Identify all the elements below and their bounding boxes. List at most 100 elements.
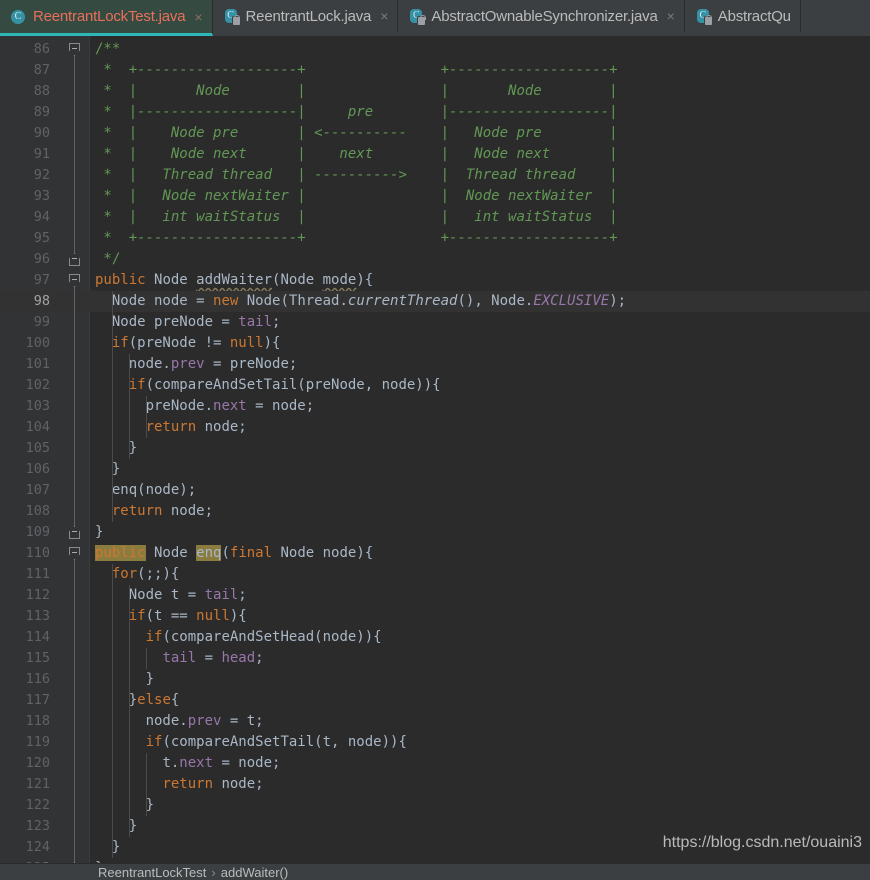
code-line-text[interactable]: } <box>95 522 103 543</box>
close-icon[interactable]: × <box>667 9 675 23</box>
code-line[interactable]: 122 } <box>0 795 870 816</box>
code-line[interactable]: 116 } <box>0 669 870 690</box>
code-line-text[interactable]: if(compareAndSetTail(t, node)){ <box>95 732 407 753</box>
code-line-text[interactable]: * | Node nextWaiter | | Node nextWaiter … <box>95 186 617 207</box>
code-line[interactable]: 121 return node; <box>0 774 870 795</box>
code-line[interactable]: 119 if(compareAndSetTail(t, node)){ <box>0 732 870 753</box>
editor-tab-1[interactable]: C ReentrantLock.java × <box>213 0 399 32</box>
code-line-text[interactable]: preNode.next = node; <box>95 396 315 417</box>
code-line-text[interactable]: if(preNode != null){ <box>95 333 281 354</box>
code-line-text[interactable]: public Node addWaiter(Node mode){ <box>95 270 373 291</box>
line-number: 89 <box>33 104 50 120</box>
code-line-text[interactable]: * | Node pre | <---------- | Node pre | <box>95 123 617 144</box>
code-line-text[interactable]: if(compareAndSetHead(node)){ <box>95 627 382 648</box>
line-number: 111 <box>25 566 50 582</box>
code-line[interactable]: 105 } <box>0 438 870 459</box>
code-line-text[interactable]: */ <box>95 249 120 270</box>
code-line-text[interactable]: t.next = node; <box>95 753 280 774</box>
line-number: 102 <box>25 377 50 393</box>
code-line[interactable]: 95 * +-------------------+ +------------… <box>0 228 870 249</box>
code-line[interactable]: 108 return node; <box>0 501 870 522</box>
code-line[interactable]: 115 tail = head; <box>0 648 870 669</box>
line-number: 99 <box>33 314 50 330</box>
close-icon[interactable]: × <box>380 9 388 23</box>
editor-tab-3[interactable]: C AbstractQu <box>685 0 801 32</box>
code-line[interactable]: 109} <box>0 522 870 543</box>
minus-icon <box>72 48 77 49</box>
code-line-text[interactable]: return node; <box>95 417 247 438</box>
editor-tab-2[interactable]: C AbstractOwnableSynchronizer.java × <box>398 0 685 32</box>
code-line[interactable]: 107 enq(node); <box>0 480 870 501</box>
code-line-text[interactable]: tail = head; <box>95 648 263 669</box>
code-line-text[interactable]: * | Node | | Node | <box>95 81 617 102</box>
code-line[interactable]: 98 Node node = new Node(Thread.currentTh… <box>0 291 870 312</box>
breadcrumb-method[interactable]: addWaiter() <box>221 865 288 880</box>
code-line-text[interactable]: } <box>95 837 120 858</box>
code-line[interactable]: 97 public Node addWaiter(Node mode){ <box>0 270 870 291</box>
code-line[interactable]: 91 * | Node next | next | Node next | <box>0 144 870 165</box>
minus-icon <box>72 279 77 280</box>
code-line[interactable]: 112 Node t = tail; <box>0 585 870 606</box>
code-line[interactable]: 86 /** <box>0 39 870 60</box>
line-number: 107 <box>25 482 50 498</box>
code-line-text[interactable]: return node; <box>95 774 263 795</box>
code-line-text[interactable]: Node node = new Node(Thread.currentThrea… <box>95 291 626 312</box>
code-line-text[interactable]: /** <box>95 39 120 60</box>
code-line-text[interactable]: node.prev = t; <box>95 711 264 732</box>
code-line-text[interactable]: * | Thread thread | ----------> | Thread… <box>95 165 617 186</box>
code-line[interactable]: 118 node.prev = t; <box>0 711 870 732</box>
code-line-text[interactable]: Node t = tail; <box>95 585 247 606</box>
code-line[interactable]: 87 * +-------------------+ +------------… <box>0 60 870 81</box>
breadcrumb-separator-icon: › <box>211 864 216 880</box>
code-line[interactable]: 106 } <box>0 459 870 480</box>
code-line-text[interactable]: * | Node next | next | Node next | <box>95 144 617 165</box>
code-line[interactable]: 117 }else{ <box>0 690 870 711</box>
code-line-text[interactable]: if(t == null){ <box>95 606 247 627</box>
code-line[interactable]: 89 * |-------------------| pre |--------… <box>0 102 870 123</box>
code-line[interactable]: 100 if(preNode != null){ <box>0 333 870 354</box>
code-line-text[interactable]: Node preNode = tail; <box>95 312 281 333</box>
code-line-text[interactable]: node.prev = preNode; <box>95 354 298 375</box>
editor-tab-0[interactable]: C ReentrantLockTest.java × <box>0 0 213 36</box>
code-line[interactable]: 110 public Node enq(final Node node){ <box>0 543 870 564</box>
code-line-text[interactable]: * | int waitStatus | | int waitStatus | <box>95 207 617 228</box>
code-editor[interactable]: 86/** 87 * +-------------------+ +-------… <box>0 36 870 880</box>
code-line[interactable]: 103 preNode.next = node; <box>0 396 870 417</box>
line-number: 92 <box>33 167 50 183</box>
code-line[interactable]: 102 if(compareAndSetTail(preNode, node))… <box>0 375 870 396</box>
line-number: 115 <box>25 650 50 666</box>
code-line[interactable]: 114 if(compareAndSetHead(node)){ <box>0 627 870 648</box>
code-line[interactable]: 104 return node; <box>0 417 870 438</box>
code-line[interactable]: 88 * | Node | | Node | <box>0 81 870 102</box>
code-line[interactable]: 93 * | Node nextWaiter | | Node nextWait… <box>0 186 870 207</box>
code-line[interactable]: 92 * | Thread thread | ----------> | Thr… <box>0 165 870 186</box>
breadcrumb-class[interactable]: ReentrantLockTest <box>98 865 206 880</box>
code-line[interactable]: 111 for(;;){ <box>0 564 870 585</box>
code-line-text[interactable]: } <box>95 816 137 837</box>
line-number: 96 <box>33 251 50 267</box>
code-line[interactable]: 96 */ <box>0 249 870 270</box>
close-icon[interactable]: × <box>194 10 202 24</box>
code-line-text[interactable]: * +-------------------+ +---------------… <box>95 228 617 249</box>
code-line-text[interactable]: } <box>95 459 120 480</box>
code-line-text[interactable]: * |-------------------| pre |-----------… <box>95 102 617 123</box>
code-line[interactable]: 99 Node preNode = tail; <box>0 312 870 333</box>
code-line-text[interactable]: } <box>95 669 154 690</box>
line-number: 105 <box>25 440 50 456</box>
editor-tab-bar[interactable]: C ReentrantLockTest.java × C ReentrantLock.j… <box>0 0 870 36</box>
code-line-text[interactable]: enq(node); <box>95 480 196 501</box>
code-line[interactable]: 101 node.prev = preNode; <box>0 354 870 375</box>
code-line-text[interactable]: }else{ <box>95 690 180 711</box>
code-line-text[interactable]: if(compareAndSetTail(preNode, node)){ <box>95 375 441 396</box>
code-line-text[interactable]: for(;;){ <box>95 564 179 585</box>
code-line[interactable]: 90 * | Node pre | <---------- | Node pre… <box>0 123 870 144</box>
code-line-text[interactable]: public Node enq(final Node node){ <box>95 543 373 564</box>
indent-guide <box>146 396 147 438</box>
code-line-text[interactable]: * +-------------------+ +---------------… <box>95 60 617 81</box>
line-number: 100 <box>25 335 50 351</box>
code-line[interactable]: 120 t.next = node; <box>0 753 870 774</box>
code-line[interactable]: 113 if(t == null){ <box>0 606 870 627</box>
code-line[interactable]: 94 * | int waitStatus | | int waitStatus… <box>0 207 870 228</box>
code-line-text[interactable]: } <box>95 438 137 459</box>
breadcrumb[interactable]: ReentrantLockTest › addWaiter() <box>0 863 870 880</box>
